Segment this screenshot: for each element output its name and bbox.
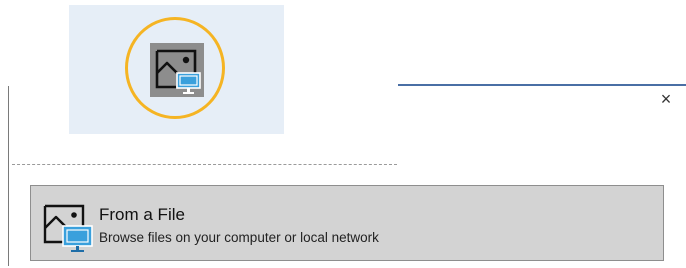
from-a-file-option[interactable]: From a File Browse files on your compute… [30,185,664,261]
dialog-top-border [398,84,686,86]
insert-picture-screen: × From a File Browse files on your compu… [0,0,686,268]
picture-from-file-icon [43,204,99,254]
option-subtitle: Browse files on your computer or local n… [99,230,379,245]
picture-tile[interactable] [69,5,284,134]
left-border [8,86,9,266]
highlight-circle [125,17,225,119]
close-icon: × [660,88,672,109]
close-button[interactable]: × [655,88,677,110]
option-title: From a File [99,205,185,224]
dashed-separator [12,164,397,165]
